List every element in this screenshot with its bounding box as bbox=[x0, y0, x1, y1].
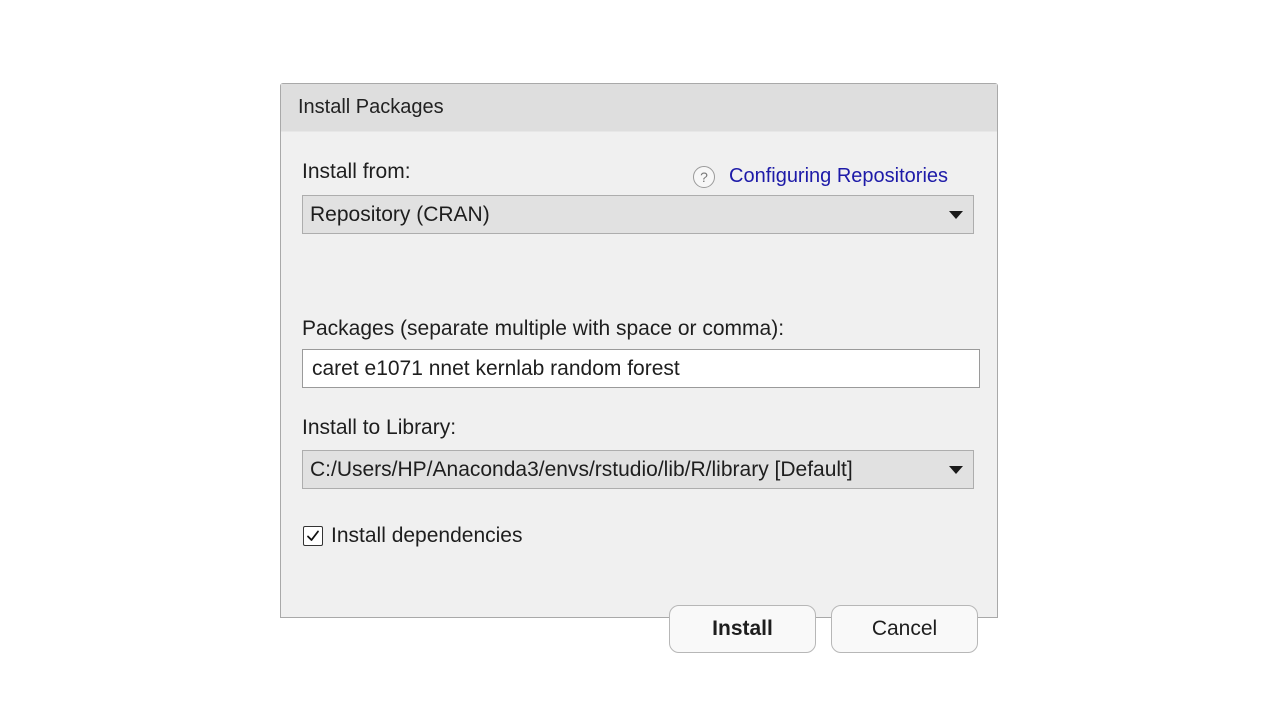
install-dependencies-option[interactable]: Install dependencies bbox=[303, 524, 522, 548]
install-from-select[interactable]: Repository (CRAN) bbox=[302, 195, 974, 234]
packages-input[interactable] bbox=[302, 349, 980, 388]
library-selected-value: C:/Users/HP/Anaconda3/envs/rstudio/lib/R… bbox=[310, 457, 853, 481]
chevron-down-icon bbox=[949, 465, 963, 474]
checkmark-icon bbox=[307, 530, 319, 541]
configuring-repositories-help[interactable]: ? Configuring Repositories bbox=[693, 165, 948, 188]
configuring-repositories-link[interactable]: Configuring Repositories bbox=[729, 165, 948, 188]
question-circle-icon[interactable]: ? bbox=[693, 165, 715, 188]
install-from-label: Install from: bbox=[302, 160, 411, 183]
dialog-titlebar[interactable]: Install Packages bbox=[281, 84, 997, 132]
install-dependencies-checkbox[interactable] bbox=[303, 526, 323, 546]
install-button[interactable]: Install bbox=[669, 605, 816, 653]
install-to-library-select[interactable]: C:/Users/HP/Anaconda3/envs/rstudio/lib/R… bbox=[302, 450, 974, 489]
install-dependencies-label: Install dependencies bbox=[331, 524, 523, 547]
chevron-down-icon bbox=[949, 210, 963, 219]
install-packages-dialog: Install Packages Install from: ? Configu… bbox=[280, 83, 998, 653]
dialog-title: Install Packages bbox=[298, 96, 444, 118]
install-from-selected-value: Repository (CRAN) bbox=[310, 202, 490, 226]
packages-label: Packages (separate multiple with space o… bbox=[302, 317, 785, 340]
cancel-button[interactable]: Cancel bbox=[831, 605, 978, 653]
install-to-library-label: Install to Library: bbox=[302, 416, 457, 439]
